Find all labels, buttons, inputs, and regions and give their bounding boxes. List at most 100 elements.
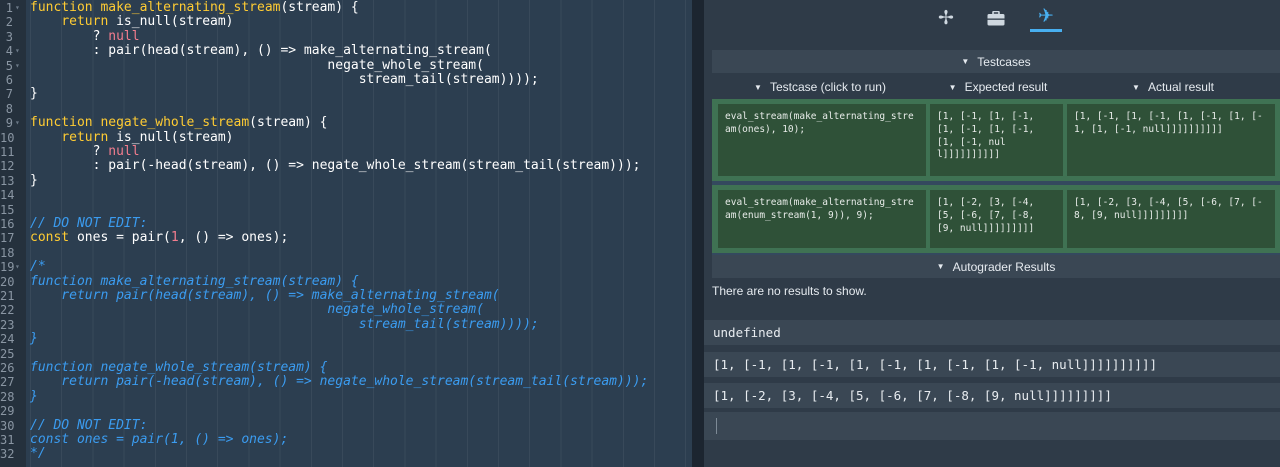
fold-toggle-icon[interactable]: ▾ [15, 116, 20, 130]
table-row[interactable]: eval_stream(make_alternating_stream(enum… [712, 185, 1280, 253]
code-line[interactable]: 21 return pair(head(stream), () => make_… [0, 288, 692, 303]
code-line[interactable]: 20 function make_alternating_stream(strea… [0, 273, 692, 289]
code-line[interactable]: 3 ? null [0, 28, 692, 44]
col-header-testcase[interactable]: ▼ Testcase (click to run) [712, 76, 928, 98]
code-line[interactable]: 5 ▾ negate_whole_stream( [0, 57, 692, 73]
code-token: function make_alternating_stream(stream)… [30, 273, 359, 289]
code-line[interactable]: 2 return is_null(stream) [0, 14, 692, 30]
fold-toggle-icon[interactable]: ▾ [15, 59, 20, 73]
code-line[interactable]: 25 [0, 347, 692, 361]
code-line[interactable]: 16 // DO NOT EDIT: [0, 216, 692, 231]
table-row[interactable]: eval_stream(make_alternating_stream(ones… [712, 99, 1280, 181]
code-text: return is_null(stream) [30, 129, 233, 145]
side-panel: ✢ ✈ ▼ Testcases ▼ Testcase (click to run… [704, 0, 1280, 467]
code-line[interactable]: 6 stream_tail(stream)))); [0, 72, 692, 87]
code-line[interactable]: 8 [0, 102, 692, 116]
testcases-header[interactable]: ▼ Testcases [712, 50, 1280, 73]
briefcase-icon[interactable] [980, 4, 1012, 32]
code-token: // DO NOT EDIT: [30, 216, 148, 231]
code-token: is_null(stream) [116, 14, 234, 30]
line-number: 17 [0, 231, 15, 246]
pane-divider[interactable] [692, 0, 704, 467]
line-number: 8 [5, 101, 13, 116]
line-number: 3 [5, 29, 13, 44]
code-line[interactable]: 27 return pair(-head(stream), () => nega… [0, 375, 692, 390]
code-line[interactable]: 17 const ones = pair(1, () => ones); [0, 230, 692, 246]
code-line[interactable]: 32 */ [0, 447, 692, 462]
caret-down-icon: ▼ [754, 82, 762, 92]
code-text: ? null [30, 144, 140, 159]
code-line[interactable]: 22 negate_whole_stream( [0, 302, 692, 318]
code-text: return is_null(stream) [30, 14, 234, 30]
line-number: 1 [5, 1, 13, 15]
col-header-expected[interactable]: ▼ Expected result [930, 76, 1066, 98]
code-token: negate_whole_stream [100, 115, 250, 131]
code-token: : pair(head(stream), () => make_alternat… [30, 43, 492, 59]
pinwheel-icon[interactable]: ✢ [930, 4, 962, 32]
code-line[interactable]: 14 [0, 188, 692, 202]
line-number: 28 [0, 389, 15, 404]
code-line[interactable]: 4 ▾ : pair(head(stream), () => make_alter… [0, 43, 692, 59]
code-line[interactable]: 28} [0, 389, 692, 404]
code-line[interactable]: 15 [0, 203, 692, 217]
autograder-header[interactable]: ▼ Autograder Results [712, 255, 1280, 278]
code-token: } [30, 331, 38, 347]
code-token: ? [30, 144, 109, 159]
airplane-icon[interactable]: ✈ [1030, 4, 1062, 32]
code-text: // DO NOT EDIT: [30, 216, 148, 231]
code-line[interactable]: 13} [0, 173, 692, 188]
caret-down-icon: ▼ [1132, 82, 1140, 92]
code-text: } [30, 87, 38, 101]
code-editor[interactable]: 1 ▾ function make_alternating_stream(strea… [0, 0, 692, 467]
code-token: 1 [170, 230, 179, 246]
testcase-cell[interactable]: eval_stream(make_alternating_stream(enum… [718, 190, 926, 248]
col-header-actual[interactable]: ▼ Actual result [1068, 76, 1278, 98]
autograder-header-label: Autograder Results [952, 259, 1056, 274]
code-line[interactable]: 23 stream_tail(stream)))); [0, 316, 692, 332]
line-number: 11 [0, 145, 15, 159]
code-line[interactable]: 26 function negate_whole_stream(stream) { [0, 360, 692, 375]
line-number: 20 [0, 274, 15, 289]
code-text: : pair(head(stream), () => make_alternat… [30, 43, 492, 59]
line-number: 32 [0, 447, 15, 462]
testcase-cell[interactable]: eval_stream(make_alternating_stream(ones… [718, 104, 926, 176]
code-text: function make_alternating_stream(stream)… [30, 273, 359, 289]
fold-toggle-icon[interactable]: ▾ [15, 260, 20, 274]
side-panel-tabs: ✢ ✈ [704, 0, 1280, 40]
code-line[interactable]: 9 ▾ function negate_whole_stream(stream) { [0, 115, 692, 131]
caret-down-icon: ▼ [961, 57, 970, 66]
line-number: 14 [0, 188, 15, 203]
code-line[interactable]: 31 const ones = pair(1, () => ones); [0, 432, 692, 447]
code-token: /* [30, 259, 46, 275]
code-line[interactable]: 7} [0, 87, 692, 102]
code-line[interactable]: 1 ▾ function make_alternating_stream(strea… [0, 0, 692, 15]
code-text: stream_tail(stream)))); [30, 316, 539, 332]
code-token: const ones = pair(1, () => ones); [30, 432, 289, 447]
line-number: 9 [5, 116, 13, 131]
code-text: } [30, 173, 38, 188]
fold-toggle-icon[interactable]: ▾ [15, 1, 20, 15]
code-line[interactable]: 10 return is_null(stream) [0, 129, 692, 145]
code-token: return [61, 129, 117, 145]
code-line[interactable]: 18 [0, 246, 692, 260]
code-token: // DO NOT EDIT: [30, 417, 148, 433]
code-text: function negate_whole_stream(stream) { [30, 115, 327, 131]
code-line[interactable]: 29 [0, 404, 692, 418]
repl-input[interactable] [704, 412, 1280, 440]
code-line[interactable]: 11 ? null [0, 144, 692, 159]
code-token: : pair(-head(stream), () => negate_whole… [30, 158, 641, 174]
repl-output: [1, [-2, [3, [-4, [5, [-6, [7, [-8, [9, … [704, 383, 1280, 408]
code-line[interactable]: 24} [0, 331, 692, 347]
code-line[interactable]: 12 : pair(-head(stream), () => negate_wh… [0, 158, 692, 174]
code-token: stream_tail(stream)))); [30, 72, 539, 87]
fold-toggle-icon[interactable]: ▾ [15, 44, 20, 58]
code-token: negate_whole_stream( [30, 57, 484, 73]
code-line[interactable]: 30 // DO NOT EDIT: [0, 417, 692, 433]
code-token: negate_whole_stream( [30, 302, 484, 318]
code-text: function make_alternating_stream(stream)… [30, 0, 359, 15]
code-token: null [108, 28, 140, 44]
code-token: function [30, 0, 101, 15]
line-number: 19 [0, 260, 15, 275]
code-token: stream_tail(stream)))); [30, 316, 539, 332]
code-line[interactable]: 19 ▾ /* [0, 259, 692, 275]
